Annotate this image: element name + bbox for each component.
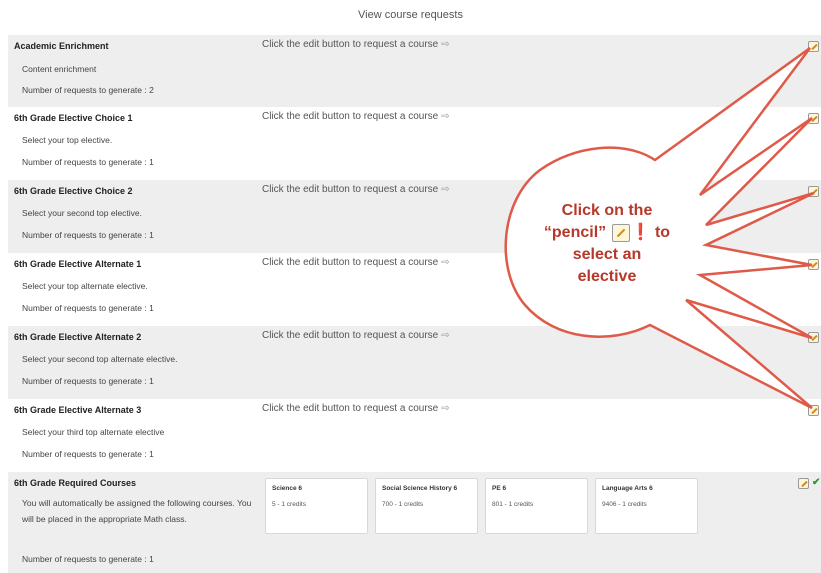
section-title: 6th Grade Elective Choice 2 [14, 186, 133, 196]
request-row-elective-alternate-2: 6th Grade Elective Alternate 2 Select yo… [8, 326, 821, 399]
request-row-academic-enrichment: Academic Enrichment Content enrichment N… [8, 35, 821, 107]
request-count: Number of requests to generate : 1 [22, 554, 154, 564]
edit-hint: Click the edit button to request a cours… [262, 330, 450, 341]
edit-pencil-button[interactable] [808, 405, 819, 416]
callout-to-word: to [654, 224, 671, 241]
section-title: 6th Grade Elective Alternate 3 [14, 405, 142, 415]
edit-pencil-button[interactable] [798, 478, 809, 489]
request-count: Number of requests to generate : 1 [22, 157, 154, 167]
section-description: Select your top elective. [22, 135, 113, 145]
request-count: Number of requests to generate : 1 [22, 230, 154, 240]
course-card: PE 6 801 - 1 credits [485, 478, 588, 534]
callout-line: “pencil” ❗ to [522, 222, 692, 244]
edit-pencil-button[interactable] [808, 186, 819, 197]
course-card: Social Science History 6 700 - 1 credits [375, 478, 478, 534]
course-name: Language Arts 6 [602, 485, 653, 492]
section-description: You will automatically be assigned the f… [22, 498, 252, 524]
course-name: Social Science History 6 [382, 485, 458, 492]
callout-text: Click on the “pencil” ❗ to select an ele… [522, 200, 692, 288]
callout-pencil-word: “pencil” [543, 224, 607, 241]
arrow-right-icon: ⇨ [441, 184, 450, 195]
request-row-elective-choice-1: 6th Grade Elective Choice 1 Select your … [8, 107, 821, 180]
edit-hint: Click the edit button to request a cours… [262, 257, 450, 268]
section-title: Academic Enrichment [14, 41, 109, 51]
section-title: 6th Grade Elective Choice 1 [14, 113, 133, 123]
arrow-right-icon: ⇨ [441, 257, 450, 268]
request-count: Number of requests to generate : 1 [22, 449, 154, 459]
course-credits: 5 - 1 credits [272, 501, 306, 508]
request-count: Number of requests to generate : 2 [22, 85, 154, 95]
course-credits: 801 - 1 credits [492, 501, 534, 508]
edit-hint: Click the edit button to request a cours… [262, 403, 450, 414]
request-row-elective-alternate-1: 6th Grade Elective Alternate 1 Select yo… [8, 253, 821, 326]
request-row-elective-alternate-3: 6th Grade Elective Alternate 3 Select yo… [8, 399, 821, 472]
section-description: Select your top alternate elective. [22, 281, 148, 291]
edit-hint: Click the edit button to request a cours… [262, 39, 450, 50]
request-count: Number of requests to generate : 1 [22, 376, 154, 386]
callout-line: select an [572, 246, 642, 263]
course-credits: 700 - 1 credits [382, 501, 424, 508]
course-name: PE 6 [492, 485, 507, 492]
request-row-elective-choice-2: 6th Grade Elective Choice 2 Select your … [8, 180, 821, 253]
section-title: 6th Grade Elective Alternate 1 [14, 259, 142, 269]
edit-pencil-button[interactable] [808, 113, 819, 124]
section-title: 6th Grade Elective Alternate 2 [14, 332, 142, 342]
checkmark-icon: ✔ [812, 477, 821, 488]
edit-hint: Click the edit button to request a cours… [262, 184, 450, 195]
arrow-right-icon: ⇨ [441, 39, 450, 50]
arrow-right-icon: ⇨ [441, 330, 450, 341]
page-title: View course requests [358, 9, 463, 21]
request-row-required-courses: 6th Grade Required Courses You will auto… [8, 472, 821, 573]
course-card: Language Arts 6 9406 - 1 credits [595, 478, 698, 534]
edit-pencil-button[interactable] [808, 332, 819, 343]
course-card: Science 6 5 - 1 credits [265, 478, 368, 534]
section-description: Select your second top alternate electiv… [22, 354, 178, 364]
callout-line: elective [577, 268, 637, 285]
section-title: 6th Grade Required Courses [14, 478, 137, 488]
section-description: Select your second top elective. [22, 208, 143, 218]
section-description: Select your third top alternate elective [22, 427, 165, 437]
pencil-icon [611, 223, 630, 242]
request-count: Number of requests to generate : 1 [22, 303, 154, 313]
course-name: Science 6 [272, 485, 302, 492]
edit-hint-text: Click the edit button to request a cours… [262, 330, 439, 341]
edit-hint-text: Click the edit button to request a cours… [262, 39, 439, 50]
edit-hint-text: Click the edit button to request a cours… [262, 111, 439, 122]
arrow-right-icon: ⇨ [441, 403, 450, 414]
edit-pencil-button[interactable] [808, 259, 819, 270]
callout-line: Click on the [561, 202, 653, 219]
course-credits: 9406 - 1 credits [602, 501, 647, 508]
section-description: Content enrichment [22, 64, 97, 74]
edit-hint-text: Click the edit button to request a cours… [262, 184, 439, 195]
edit-pencil-button[interactable] [808, 41, 819, 52]
edit-hint-text: Click the edit button to request a cours… [262, 403, 439, 414]
arrow-right-icon: ⇨ [441, 111, 450, 122]
exclamation-icon: ❗ [630, 224, 651, 241]
edit-hint-text: Click the edit button to request a cours… [262, 257, 439, 268]
edit-hint: Click the edit button to request a cours… [262, 111, 450, 122]
